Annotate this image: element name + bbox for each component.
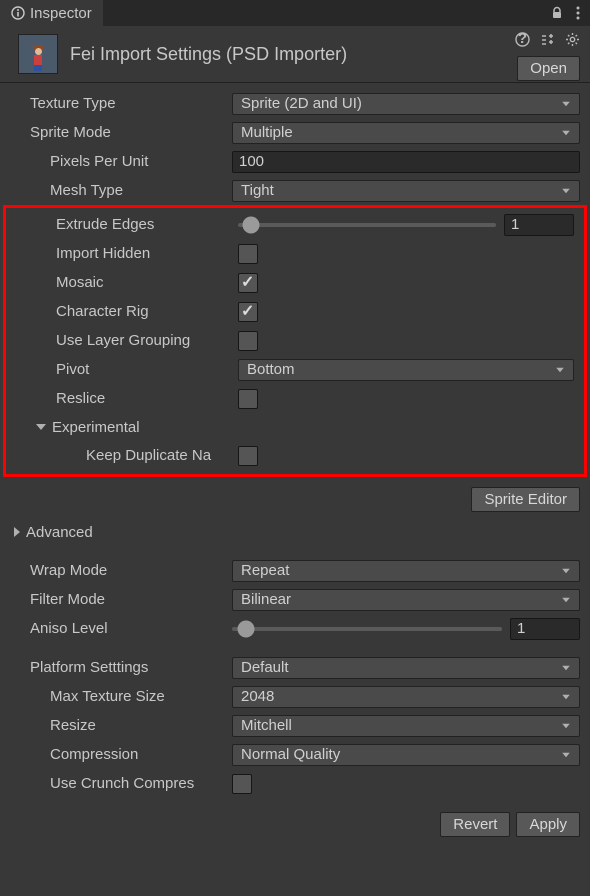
mesh-type-select[interactable]: Tight <box>232 180 580 202</box>
reslice-label: Reslice <box>56 390 238 407</box>
menu-icon[interactable] <box>576 6 580 20</box>
import-hidden-check[interactable] <box>238 244 258 264</box>
crunch-check[interactable] <box>232 774 252 794</box>
aniso-value[interactable] <box>510 618 580 640</box>
filter-mode-label: Filter Mode <box>30 591 232 608</box>
filter-mode-select[interactable]: Bilinear <box>232 589 580 611</box>
sprite-editor-button[interactable]: Sprite Editor <box>471 487 580 512</box>
reslice-check[interactable] <box>238 389 258 409</box>
asset-title: Fei Import Settings (PSD Importer) <box>70 44 580 65</box>
ppu-label: Pixels Per Unit <box>50 153 232 170</box>
layer-group-check[interactable] <box>238 331 258 351</box>
inspector-tab[interactable]: Inspector <box>0 0 103 26</box>
compression-select[interactable]: Normal Quality <box>232 744 580 766</box>
tab-bar: Inspector <box>0 0 590 26</box>
extrude-value[interactable] <box>504 214 574 236</box>
apply-button[interactable]: Apply <box>516 812 580 837</box>
extrude-label: Extrude Edges <box>56 216 238 233</box>
experimental-foldout[interactable]: Experimental <box>6 413 584 441</box>
layer-group-label: Use Layer Grouping <box>56 332 238 349</box>
asset-header: Fei Import Settings (PSD Importer) ? Ope… <box>0 26 590 78</box>
charrig-label: Character Rig <box>56 303 238 320</box>
mosaic-check[interactable] <box>238 273 258 293</box>
sprite-mode-select[interactable]: Multiple <box>232 122 580 144</box>
keep-dup-label: Keep Duplicate Na <box>86 447 238 464</box>
texture-type-select[interactable]: Sprite (2D and UI) <box>232 93 580 115</box>
wrap-mode-select[interactable]: Repeat <box>232 560 580 582</box>
svg-text:?: ? <box>518 32 527 47</box>
gear-icon[interactable] <box>565 32 580 47</box>
pivot-select[interactable]: Bottom <box>238 359 574 381</box>
help-icon[interactable]: ? <box>515 32 530 47</box>
pivot-label: Pivot <box>56 361 238 378</box>
import-hidden-label: Import Hidden <box>56 245 238 262</box>
platform-label: Platform Setttings <box>30 659 232 676</box>
extrude-slider[interactable] <box>238 223 496 227</box>
preset-icon[interactable] <box>540 32 555 47</box>
open-button[interactable]: Open <box>517 56 580 81</box>
aniso-slider[interactable] <box>232 627 502 631</box>
resize-select[interactable]: Mitchell <box>232 715 580 737</box>
platform-select[interactable]: Default <box>232 657 580 679</box>
wrap-mode-label: Wrap Mode <box>30 562 232 579</box>
ppu-input[interactable] <box>232 151 580 173</box>
compression-label: Compression <box>50 746 232 763</box>
resize-label: Resize <box>50 717 232 734</box>
max-tex-label: Max Texture Size <box>50 688 232 705</box>
mosaic-label: Mosaic <box>56 274 238 291</box>
asset-thumbnail <box>18 34 58 74</box>
revert-button[interactable]: Revert <box>440 812 510 837</box>
tab-title: Inspector <box>30 5 92 22</box>
advanced-foldout[interactable]: Advanced <box>0 518 590 546</box>
highlighted-section: Extrude Edges Import Hidden Mosaic Chara… <box>3 205 587 477</box>
charrig-check[interactable] <box>238 302 258 322</box>
aniso-label: Aniso Level <box>30 620 232 637</box>
keep-dup-check[interactable] <box>238 446 258 466</box>
mesh-type-label: Mesh Type <box>50 182 232 199</box>
lock-icon[interactable] <box>550 6 564 20</box>
max-tex-select[interactable]: 2048 <box>232 686 580 708</box>
info-icon <box>11 6 25 20</box>
sprite-mode-label: Sprite Mode <box>30 124 232 141</box>
crunch-label: Use Crunch Compres <box>50 775 232 792</box>
texture-type-label: Texture Type <box>30 95 232 112</box>
